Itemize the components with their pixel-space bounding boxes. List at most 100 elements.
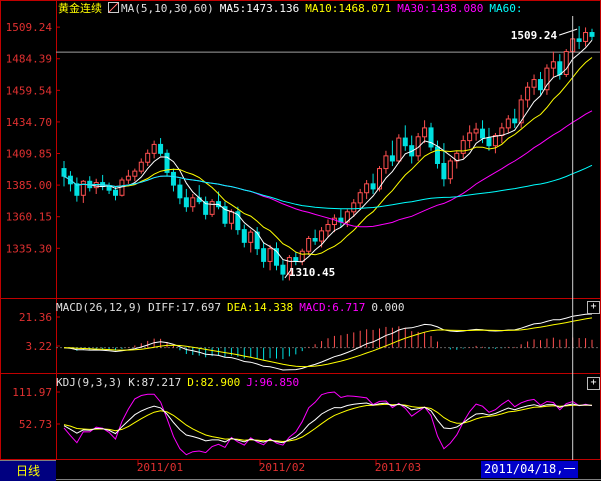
macd-dea: DEA:14.338 [226,301,294,314]
kdj-y-tick-label: 111.97 [12,386,52,399]
candle-body [357,192,363,204]
candle-body [325,224,331,232]
macd-expand-icon[interactable]: + [587,301,600,314]
candle-body [563,51,569,75]
candle-body [583,32,589,42]
y-tick-label: 1459.54 [6,84,53,97]
candle-body [389,155,395,162]
ma-label: MA(5,10,30,60) [121,2,214,15]
y-tick-label: 1360.15 [6,211,52,224]
x-tick-label: 2011/02 [259,461,305,474]
candle-body [132,170,138,177]
candle-body [312,238,318,242]
main-panel-header: 黄金连续 MA(5,10,30,60) MA5:1473.136 MA10:1468.… [58,1,529,16]
candle-body [177,184,183,199]
candle-body [261,248,267,262]
candle-body [170,171,176,186]
candle-body [158,143,164,154]
candle-body [293,257,299,262]
candle-body [422,127,428,138]
candle-body [531,79,537,88]
x-tick-label: 2011/01 [137,461,183,474]
y-tick-label: 1434.70 [6,116,52,129]
y-tick-label: 1409.85 [6,148,52,161]
chart-frame [0,0,601,460]
y-tick-label: 1335.30 [6,242,52,255]
macd-y-tick-label: 3.22 [26,340,53,353]
candle-body [228,211,234,224]
candle-body [280,264,286,275]
candle-body [492,135,498,147]
macd-y-tick-label: 21.36 [19,311,52,324]
candle-body [299,250,305,262]
candle-body [248,231,254,243]
y-tick-label: 1509.24 [6,21,53,34]
candle-body [138,161,144,172]
instrument-name: 黄金连续 [58,2,102,15]
candle-body [125,175,131,181]
kdj-k: K:87.217 [128,376,182,389]
candle-body [473,128,479,134]
macd-diff: DIFF:17.697 [148,301,221,314]
candle-body [183,197,189,208]
candle-body [396,137,402,162]
candle-body [576,38,582,42]
kdj-expand-icon[interactable]: + [587,377,600,390]
candle-body [447,160,453,180]
kdj-name: KDJ(9,3,3) [56,376,123,389]
candle-body [145,152,151,163]
candle-body [505,118,511,129]
candle-body [383,155,389,170]
stock-chart[interactable]: 1509.24 1484.39 1459.54 1434.70 1409.85 1385.… [0,0,601,481]
ma30-value: MA30:1438.080 [397,2,484,15]
candle-body [364,183,370,194]
candle-body [525,86,531,101]
candle-body [151,143,157,154]
kdj-j: J:96.850 [246,376,300,389]
x-tick-label: 2011/03 [375,461,421,474]
ma10-value: MA10:1468.071 [305,2,392,15]
macd-panel-header: MACD(26,12,9) DIFF:17.697 DEA:14.338 MACD:6… [56,300,411,315]
low-price-label: 1310.45 [289,266,335,279]
kdj-k-line [63,402,593,444]
candle-body [550,61,556,69]
period-tab-daily[interactable]: 日线 [0,460,56,481]
candle-body [480,128,486,139]
candle-body [537,79,543,91]
chart-icon[interactable] [108,2,119,13]
candle-body [190,197,196,208]
candle-body [589,32,595,37]
candle-body [402,137,408,147]
candle-body [93,182,99,189]
candle-body [434,146,440,164]
kdj-y-tick-label: 52.73 [19,418,52,431]
ma5-value: MA5:1473.136 [219,2,300,15]
candle-body [319,230,325,242]
candle-body [512,118,518,124]
cursor-date: 2011/04/18,一 [481,461,579,478]
candles [61,26,595,281]
macd-value: MACD:6.717 [299,301,366,314]
macd-name: MACD(26,12,9) [56,301,143,314]
kdj-d: D:82.900 [187,376,241,389]
y-tick-label: 1385.00 [6,179,52,192]
high-price-label: 1509.24 [511,29,558,42]
candle-body [61,168,67,177]
ma60-line [63,164,593,210]
high-arrow [558,28,578,36]
candle-body [370,183,376,190]
candle-body [486,137,492,147]
macd-histogram [69,326,593,360]
macd-extra: 0.000 [371,301,405,314]
kdj-panel-header: KDJ(9,3,3) K:87.217 D:82.900 J:96.850 [56,375,305,390]
candle-body [113,189,119,196]
candle-body [441,162,447,180]
candle-body [557,61,563,75]
candle-body [467,132,473,142]
candle-body [428,127,434,148]
ma60-value: MA60: [489,2,523,15]
candle-body [267,248,273,262]
candle-body [351,202,357,213]
kdj-j-line [63,391,593,456]
candle-body [106,185,112,191]
